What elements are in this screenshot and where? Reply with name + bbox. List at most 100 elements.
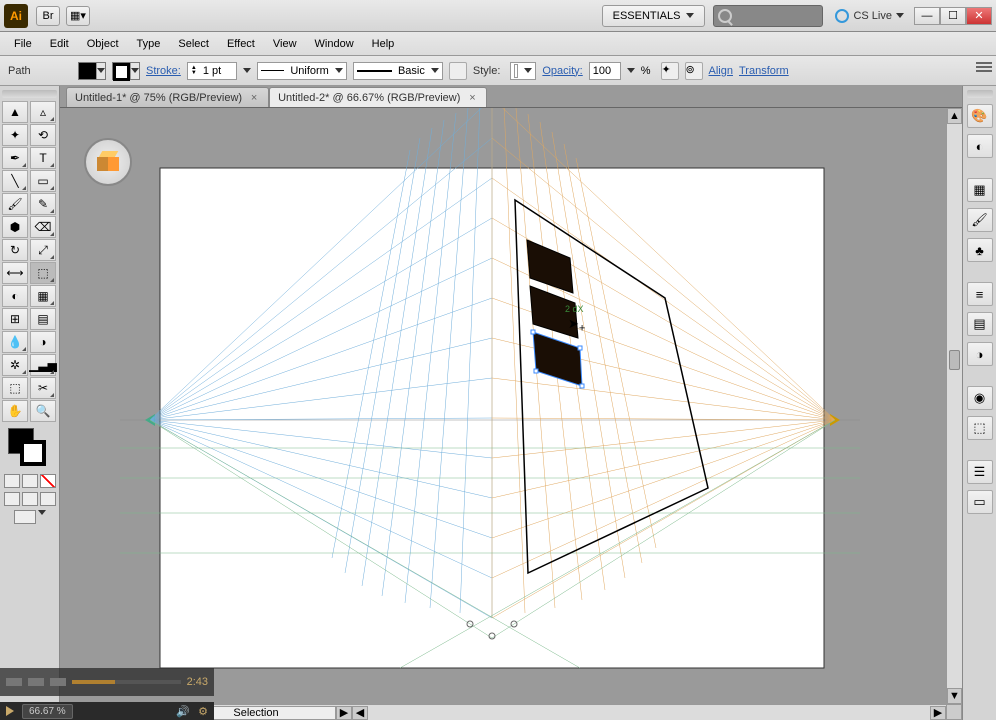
gradient-mode-button[interactable] <box>22 474 38 488</box>
eraser-tool[interactable]: ⌫ <box>30 216 56 238</box>
close-tab-icon[interactable]: × <box>466 92 478 104</box>
mesh-tool[interactable]: ⊞ <box>2 308 28 330</box>
play-icon[interactable] <box>6 706 14 716</box>
hand-tool[interactable]: ✋ <box>2 400 28 422</box>
pen-tool[interactable]: ✒ <box>2 147 28 169</box>
perspective-grid-tool[interactable]: ▦ <box>30 285 56 307</box>
brushes-panel-icon[interactable]: 🖌 <box>967 208 993 232</box>
menu-edit[interactable]: Edit <box>42 35 77 53</box>
scroll-up-icon[interactable]: ▲ <box>947 108 962 124</box>
draw-normal-button[interactable] <box>4 492 20 506</box>
recolor-artwork-icon[interactable]: ✦ <box>661 62 679 80</box>
transparency-panel-icon[interactable]: ◑ <box>967 342 993 366</box>
transform-panel-link[interactable]: Transform <box>739 65 789 77</box>
eyedropper-tool[interactable]: 💧 <box>2 331 28 353</box>
scale-tool[interactable]: ⤢ <box>30 239 56 261</box>
search-field[interactable] <box>713 5 823 27</box>
scroll-right-icon[interactable]: ▶ <box>930 706 946 720</box>
rectangle-tool[interactable]: ▭ <box>30 170 56 192</box>
graph-tool[interactable]: ▁▃▅ <box>30 354 56 376</box>
stroke-panel-icon[interactable]: ≡ <box>967 282 993 306</box>
menu-view[interactable]: View <box>265 35 305 53</box>
menu-object[interactable]: Object <box>79 35 127 53</box>
stroke-swatch[interactable] <box>20 440 46 466</box>
blend-tool[interactable]: ◑ <box>30 331 56 353</box>
line-tool[interactable]: ╲ <box>2 170 28 192</box>
scroll-down-icon[interactable]: ▼ <box>947 688 962 704</box>
gradient-tool[interactable]: ▤ <box>30 308 56 330</box>
swatches-panel-icon[interactable]: ▦ <box>967 178 993 202</box>
menu-effect[interactable]: Effect <box>219 35 263 53</box>
control-bar-menu-icon[interactable] <box>976 62 992 74</box>
free-transform-tool[interactable]: ⬚ <box>30 262 56 284</box>
type-tool[interactable]: T <box>30 147 56 169</box>
document-tab[interactable]: Untitled-2* @ 66.67% (RGB/Preview) × <box>269 87 487 107</box>
none-mode-button[interactable] <box>40 474 56 488</box>
chevron-down-icon[interactable] <box>243 68 251 73</box>
selection-tool[interactable]: ▲ <box>2 101 28 123</box>
arrange-docs-button[interactable]: ▦▾ <box>66 6 90 26</box>
video-progress-overlay[interactable]: 2:43 <box>0 668 214 696</box>
bridge-button[interactable]: Br <box>36 6 60 26</box>
panel-grip[interactable] <box>967 90 993 98</box>
graphic-styles-panel-icon[interactable]: ⬚ <box>967 416 993 440</box>
fill-stroke-control[interactable] <box>2 428 57 470</box>
appearance-panel-icon[interactable]: ◉ <box>967 386 993 410</box>
cs-live-button[interactable]: CS Live <box>835 9 904 23</box>
video-progress-bar[interactable] <box>72 680 181 684</box>
fill-color-swatch[interactable] <box>78 62 106 80</box>
select-similar-icon[interactable]: ⊚ <box>685 62 703 80</box>
menu-help[interactable]: Help <box>364 35 403 53</box>
menu-select[interactable]: Select <box>170 35 217 53</box>
paintbrush-tool[interactable]: 🖌 <box>2 193 28 215</box>
stroke-color-swatch[interactable] <box>112 62 140 80</box>
maximize-button[interactable]: ☐ <box>940 7 966 25</box>
direct-selection-tool[interactable]: ▵ <box>30 101 56 123</box>
stroke-weight-input[interactable]: ▲▼1 pt <box>187 62 237 80</box>
artboard-tool[interactable]: ⬚ <box>2 377 28 399</box>
status-menu-icon[interactable]: ▶ <box>336 706 352 720</box>
variable-width-profile-icon[interactable] <box>449 62 467 80</box>
align-panel-link[interactable]: Align <box>709 65 733 77</box>
opacity-input[interactable]: 100 <box>589 62 621 80</box>
close-tab-icon[interactable]: × <box>248 92 260 104</box>
symbol-sprayer-tool[interactable]: ✲ <box>2 354 28 376</box>
screen-mode-button[interactable] <box>14 510 36 524</box>
chevron-down-icon[interactable] <box>38 510 46 515</box>
zoom-tool[interactable]: 🔍 <box>30 400 56 422</box>
menu-type[interactable]: Type <box>129 35 169 53</box>
symbols-panel-icon[interactable]: ♣ <box>967 238 993 262</box>
layers-panel-icon[interactable]: ☰ <box>967 460 993 484</box>
style-swatch-select[interactable] <box>510 62 536 80</box>
gradient-panel-icon[interactable]: ▤ <box>967 312 993 336</box>
artboards-panel-icon[interactable]: ▭ <box>967 490 993 514</box>
lasso-tool[interactable]: ⟲ <box>30 124 56 146</box>
color-mode-button[interactable] <box>4 474 20 488</box>
width-tool[interactable]: ⟷ <box>2 262 28 284</box>
workspace-switcher[interactable]: ESSENTIALS <box>602 5 706 27</box>
rotate-tool[interactable]: ↻ <box>2 239 28 261</box>
pencil-tool[interactable]: ✎ <box>30 193 56 215</box>
brush-definition-select[interactable]: Uniform <box>257 62 347 80</box>
close-button[interactable]: ✕ <box>966 7 992 25</box>
color-guide-panel-icon[interactable]: ◐ <box>967 134 993 158</box>
canvas[interactable]: 2 dX ➤+ ▲ ▼ 66.67% ▾ ◀ 1 ▶ Selection ▶ ◀ <box>60 108 962 720</box>
draw-inside-button[interactable] <box>40 492 56 506</box>
document-tab[interactable]: Untitled-1* @ 75% (RGB/Preview) × <box>66 87 269 107</box>
opacity-dropdown-icon[interactable] <box>627 68 635 73</box>
vertical-scrollbar[interactable]: ▲ ▼ <box>946 108 962 704</box>
scroll-left-icon[interactable]: ◀ <box>352 706 368 720</box>
menu-file[interactable]: File <box>6 35 40 53</box>
opacity-panel-link[interactable]: Opacity: <box>542 65 582 77</box>
perspective-plane-widget[interactable] <box>84 138 132 186</box>
panel-grip[interactable] <box>2 90 57 98</box>
magic-wand-tool[interactable]: ✦ <box>2 124 28 146</box>
minimize-button[interactable]: — <box>914 7 940 25</box>
scroll-thumb[interactable] <box>949 350 960 370</box>
slice-tool[interactable]: ✂ <box>30 377 56 399</box>
speaker-icon[interactable]: 🔊 <box>176 705 190 718</box>
color-panel-icon[interactable]: 🎨 <box>967 104 993 128</box>
menu-window[interactable]: Window <box>307 35 362 53</box>
shape-builder-tool[interactable]: ◐ <box>2 285 28 307</box>
blob-brush-tool[interactable]: ⬢ <box>2 216 28 238</box>
